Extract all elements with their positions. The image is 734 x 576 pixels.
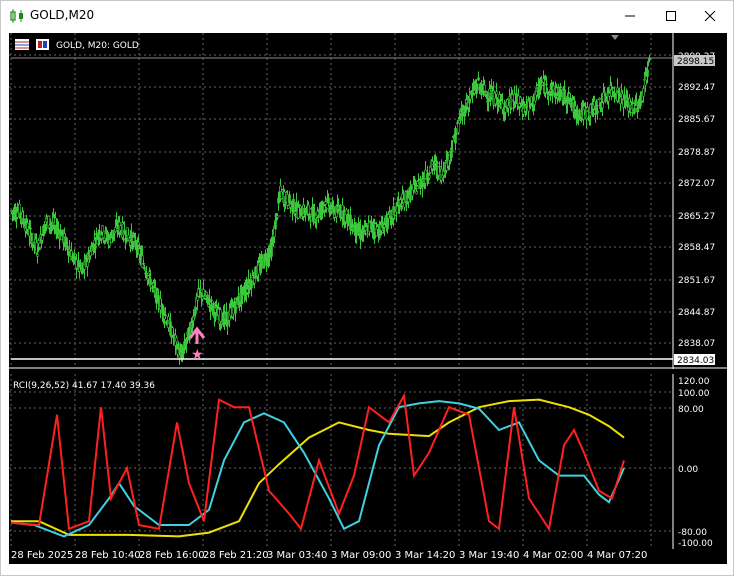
time-label: 4 Mar 07:20 [587, 550, 648, 561]
rci-axis-label: 100.00 [678, 389, 710, 399]
price-chart[interactable]: ★ GOLD, M20: GOLD 2899.27 2892.47 2885.6… [9, 33, 727, 369]
maximize-icon [666, 11, 676, 21]
time-label: 3 Mar 19:40 [459, 550, 520, 561]
candle [477, 71, 480, 82]
price-label: 2892.47 [678, 83, 715, 93]
minimize-icon [625, 15, 635, 17]
time-label: 4 Mar 02:00 [523, 550, 584, 561]
rci-axis-label: 0.00 [678, 465, 698, 475]
price-grid [9, 33, 673, 368]
rci-axis-label: 80.00 [678, 405, 704, 415]
maximize-button[interactable] [654, 1, 688, 31]
price-label: 2885.67 [678, 115, 715, 125]
time-label: 3 Mar 03:40 [267, 550, 328, 561]
rci-axis-label: -100.00 [678, 539, 713, 549]
time-label: 28 Feb 16:00 [139, 550, 205, 561]
title-bar[interactable]: GOLD,M20 [1, 1, 733, 31]
price-label: 2838.07 [678, 339, 715, 349]
candle [67, 250, 70, 263]
chart-area[interactable]: ★ GOLD, M20: GOLD 2899.27 2892.47 2885.6… [9, 33, 727, 551]
candle [202, 279, 205, 296]
close-icon [704, 10, 716, 22]
time-label: 3 Mar 09:00 [331, 550, 392, 561]
time-label: 28 Feb 21:20 [203, 550, 269, 561]
symbol-label: GOLD, M20: GOLD [56, 41, 139, 51]
star-icon: ★ [191, 347, 204, 363]
price-label: 2851.67 [678, 276, 715, 286]
current-price-label: 2898.15 [677, 57, 714, 67]
close-button[interactable] [693, 1, 727, 31]
price-label: 2858.47 [678, 243, 715, 253]
trade-icon [36, 39, 49, 50]
candle [143, 265, 146, 271]
time-label: 28 Feb 2025 [11, 550, 74, 561]
ask-marker-icon [611, 35, 619, 40]
rci-label: RCI(9,26,52) 41.67 17.40 39.36 [13, 381, 155, 391]
price-label: 2878.87 [678, 148, 715, 158]
price-axis[interactable]: 2899.27 2892.47 2885.67 2878.87 2872.07 … [674, 52, 715, 366]
candle [598, 97, 601, 101]
chart-header: GOLD, M20: GOLD [15, 39, 139, 51]
price-label: 2865.27 [678, 212, 715, 222]
time-label: 28 Feb 10:40 [75, 550, 141, 561]
price-label: 2872.07 [678, 179, 715, 189]
minimize-button[interactable] [613, 1, 647, 31]
price-label: 2844.87 [678, 308, 715, 318]
rci-axis-label: 120.00 [678, 377, 710, 387]
rci-axis[interactable]: 120.00 100.00 80.00 0.00 -80.00 -100.00 [678, 377, 713, 549]
rci-axis-label: -80.00 [678, 528, 707, 538]
rci-indicator-pane[interactable]: RCI(9,26,52) 41.67 17.40 39.36 120.00 10… [9, 374, 727, 549]
candle [454, 125, 457, 151]
window-title: GOLD,M20 [30, 8, 95, 22]
line-price-label: 2834.03 [677, 356, 714, 366]
chart-window: GOLD,M20 ★ GOLD, M20: GOLD 2892.47 2885.… [0, 0, 734, 576]
candle [250, 279, 253, 297]
candlestick-app-icon [10, 9, 23, 23]
rci-short-line [10, 392, 625, 532]
time-label: 3 Mar 14:20 [395, 550, 456, 561]
